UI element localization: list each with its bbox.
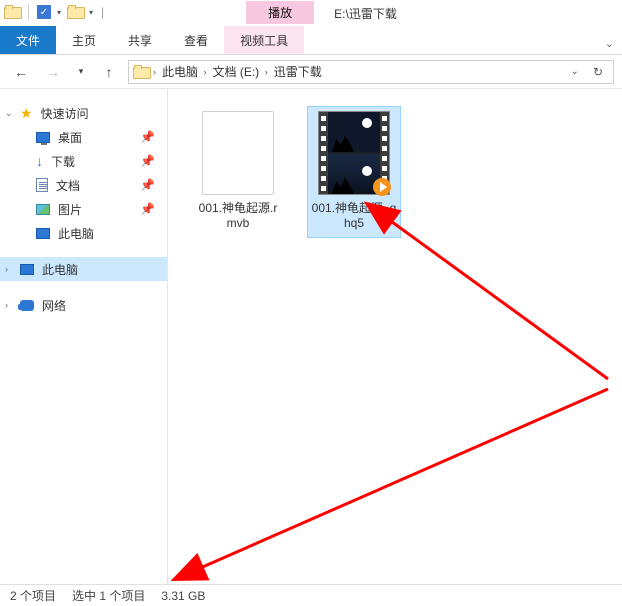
back-button[interactable]: ← <box>8 59 34 85</box>
ribbon-expand-icon[interactable]: ⌄ <box>597 33 622 54</box>
file-item[interactable]: 001.神龟起源_ghq5 <box>308 107 400 237</box>
navigation-pane[interactable]: ⌄ ★ 快速访问 桌面 📌 ↓ 下载 📌 文档 📌 图片 <box>0 89 168 584</box>
title-bar: ✓ ▾ ▾ | 播放 E:\迅雷下载 <box>0 0 622 24</box>
pc-icon <box>20 264 34 275</box>
annotation-arrow <box>388 219 608 379</box>
sidebar-item-this-pc[interactable]: › 此电脑 <box>0 257 167 281</box>
sidebar-item-label: 此电脑 <box>58 225 94 242</box>
desktop-icon <box>36 132 50 143</box>
video-thumbnail <box>318 111 390 195</box>
document-icon <box>36 178 48 192</box>
sidebar-item-network[interactable]: › 网络 <box>0 293 167 317</box>
network-icon <box>20 300 34 311</box>
ribbon-tabs: 文件 主页 共享 查看 视频工具 ⌄ <box>0 24 622 54</box>
status-selection: 选中 1 个项目 <box>72 587 145 604</box>
file-name: 001.神龟起源.rmvb <box>194 201 282 231</box>
download-icon: ↓ <box>36 153 43 169</box>
sidebar-item-label: 图片 <box>58 201 82 218</box>
qat-divider: | <box>101 5 104 19</box>
file-item[interactable]: 001.神龟起源.rmvb <box>192 107 284 237</box>
sidebar-item-this-pc-quick[interactable]: 此电脑 <box>0 221 167 245</box>
file-grid: 001.神龟起源.rmvb 001.神龟起源_ghq5 <box>192 107 622 237</box>
status-item-count: 2 个项目 <box>10 587 56 604</box>
pc-icon <box>36 228 50 239</box>
chevron-down-icon[interactable]: ⌄ <box>5 108 13 119</box>
chevron-right-icon[interactable]: › <box>5 300 8 310</box>
chevron-right-icon[interactable]: › <box>5 264 8 274</box>
folder-icon <box>133 65 149 79</box>
contextual-tab-play[interactable]: 播放 <box>246 1 314 24</box>
tab-view[interactable]: 查看 <box>168 26 224 54</box>
status-size: 3.31 GB <box>161 589 205 603</box>
sidebar-item-label: 下载 <box>51 153 75 170</box>
up-button[interactable]: ↑ <box>96 59 122 85</box>
folder-icon[interactable] <box>67 5 83 19</box>
tab-video-tools[interactable]: 视频工具 <box>224 26 304 54</box>
breadcrumb-item[interactable]: 此电脑 › <box>160 63 209 80</box>
recent-locations-button[interactable]: ▾ <box>72 59 90 85</box>
navigation-row: ← → ▾ ↑ › 此电脑 › 文档 (E:) › 迅雷下载 ⌄ ↻ <box>0 55 622 89</box>
star-icon: ★ <box>20 105 33 122</box>
qat-separator <box>28 4 29 20</box>
sidebar-item-quick-access[interactable]: ⌄ ★ 快速访问 <box>0 101 167 125</box>
qat-dropdown-icon[interactable]: ▾ <box>57 8 61 17</box>
pin-icon: 📌 <box>140 130 155 144</box>
file-thumbnail <box>202 111 274 195</box>
qat-properties-button[interactable]: ✓ <box>37 5 51 19</box>
quick-access-toolbar: ✓ ▾ ▾ | <box>4 4 106 20</box>
sidebar-item-label: 文档 <box>56 177 80 194</box>
address-dropdown-icon[interactable]: ⌄ <box>565 66 585 77</box>
status-bar: 2 个项目 选中 1 个项目 3.31 GB <box>0 584 622 606</box>
sidebar-item-label: 此电脑 <box>42 261 78 278</box>
sidebar-item-pictures[interactable]: 图片 📌 <box>0 197 167 221</box>
main-area: ⌄ ★ 快速访问 桌面 📌 ↓ 下载 📌 文档 📌 图片 <box>0 89 622 584</box>
pin-icon: 📌 <box>140 202 155 216</box>
play-icon <box>373 178 391 196</box>
breadcrumb-item[interactable]: 文档 (E:) › <box>211 63 270 80</box>
sidebar-item-documents[interactable]: 文档 📌 <box>0 173 167 197</box>
file-list-pane[interactable]: 001.神龟起源.rmvb 001.神龟起源_ghq5 <box>168 89 622 584</box>
sidebar-item-downloads[interactable]: ↓ 下载 📌 <box>0 149 167 173</box>
sidebar-item-desktop[interactable]: 桌面 📌 <box>0 125 167 149</box>
tab-share[interactable]: 共享 <box>112 26 168 54</box>
tab-home[interactable]: 主页 <box>56 26 112 54</box>
address-bar[interactable]: › 此电脑 › 文档 (E:) › 迅雷下载 ⌄ ↻ <box>128 60 614 84</box>
breadcrumb-item[interactable]: 迅雷下载 <box>272 63 324 80</box>
refresh-button[interactable]: ↻ <box>587 65 609 79</box>
pin-icon: 📌 <box>140 154 155 168</box>
contextual-tab-group: 播放 <box>246 1 314 24</box>
pictures-icon <box>36 204 50 215</box>
folder-icon[interactable] <box>4 5 20 19</box>
file-name: 001.神龟起源_ghq5 <box>310 201 398 231</box>
annotation-arrow <box>198 389 608 569</box>
pin-icon: 📌 <box>140 178 155 192</box>
sidebar-item-label: 桌面 <box>58 129 82 146</box>
sidebar-item-label: 网络 <box>42 297 66 314</box>
qat-customize-icon[interactable]: ▾ <box>89 8 93 17</box>
tab-file[interactable]: 文件 <box>0 26 56 54</box>
sidebar-item-label: 快速访问 <box>41 105 89 122</box>
window-title: E:\迅雷下载 <box>334 5 397 22</box>
forward-button[interactable]: → <box>40 59 66 85</box>
